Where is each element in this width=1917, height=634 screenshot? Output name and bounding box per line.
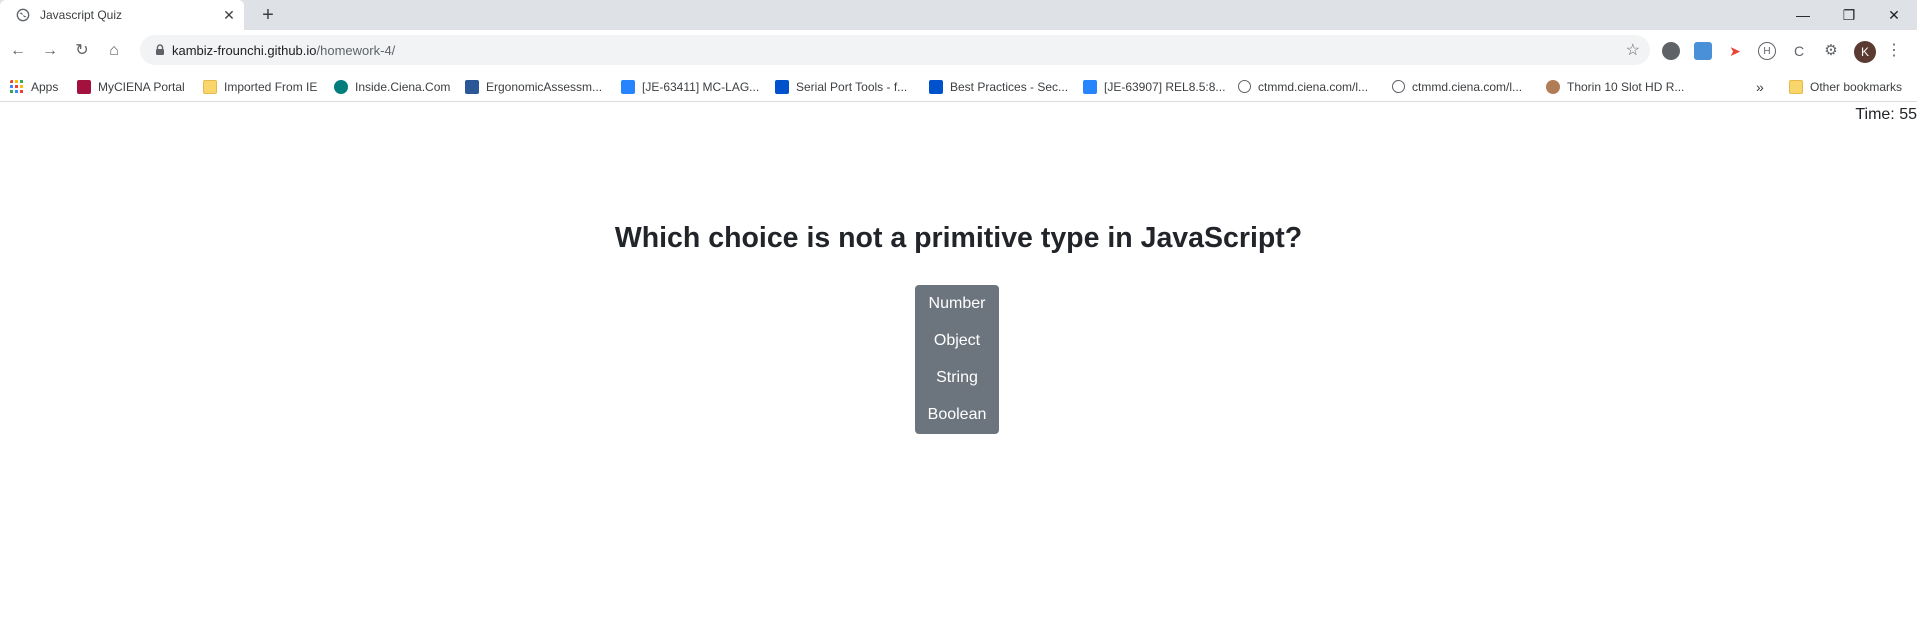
bookmarks-overflow-button[interactable]: » bbox=[1756, 72, 1764, 101]
other-bookmarks[interactable]: Other bookmarks bbox=[1789, 72, 1902, 101]
new-tab-button[interactable]: + bbox=[257, 4, 279, 26]
word-icon bbox=[465, 79, 479, 94]
bookmarks-bar: Apps MyCIENA Portal Imported From IE Ins… bbox=[0, 72, 1917, 102]
profile-avatar[interactable]: K bbox=[1854, 41, 1876, 63]
bookmark-label: Imported From IE bbox=[224, 79, 318, 94]
bookmark-label: Apps bbox=[31, 79, 59, 94]
extension-icon[interactable]: C bbox=[1790, 42, 1808, 60]
home-icon[interactable]: ⌂ bbox=[102, 39, 126, 63]
bookmark-label: Inside.Ciena.Com bbox=[355, 79, 451, 94]
globe-icon bbox=[1238, 80, 1251, 93]
quiz-timer: Time: 55 bbox=[1855, 106, 1917, 123]
extension-icon[interactable] bbox=[1694, 42, 1712, 60]
bookmark-item[interactable]: Serial Port Tools - f... bbox=[775, 72, 907, 101]
bookmark-label: ErgonomicAssessm... bbox=[486, 79, 603, 94]
url-text: kambiz-frounchi.github.io/homework-4/ bbox=[172, 43, 395, 58]
lock-icon bbox=[156, 44, 164, 55]
address-bar[interactable]: kambiz-frounchi.github.io/homework-4/ ☆ bbox=[140, 35, 1650, 65]
choices-list: Number Object String Boolean bbox=[915, 285, 999, 434]
bookmark-item[interactable]: Imported From IE bbox=[203, 72, 317, 101]
bookmark-label: Other bookmarks bbox=[1810, 79, 1903, 94]
bookmark-item[interactable]: [JE-63411] MC-LAG... bbox=[621, 72, 759, 101]
question-heading: Which choice is not a primitive type in … bbox=[614, 222, 1303, 254]
back-arrow-icon[interactable]: ← bbox=[6, 39, 30, 63]
url-path: /homework-4/ bbox=[316, 43, 396, 58]
apps-grid-icon bbox=[10, 79, 23, 93]
url-host: kambiz-frounchi.github.io bbox=[172, 43, 317, 58]
bookmark-star-icon[interactable]: ☆ bbox=[1626, 40, 1640, 60]
confluence-icon bbox=[775, 79, 789, 94]
bookmark-item[interactable]: ErgonomicAssessm... bbox=[465, 72, 602, 101]
bookmark-item[interactable]: ctmmd.ciena.com/l... bbox=[1238, 72, 1368, 101]
jira-probot-icon bbox=[621, 79, 635, 94]
extension-icon[interactable] bbox=[1662, 42, 1680, 60]
browser-tab[interactable]: Javascript Quiz ✕ bbox=[0, 0, 244, 30]
minimize-button[interactable]: — bbox=[1780, 0, 1826, 30]
extension-icon[interactable]: ➤ bbox=[1726, 42, 1744, 60]
confluence-icon bbox=[929, 79, 943, 94]
bookmark-label: [JE-63411] MC-LAG... bbox=[642, 79, 760, 94]
reload-icon[interactable]: ↻ bbox=[70, 39, 94, 63]
globe-icon bbox=[16, 8, 30, 22]
bookmark-label: ctmmd.ciena.com/l... bbox=[1412, 79, 1523, 94]
tab-close-icon[interactable]: ✕ bbox=[220, 6, 238, 24]
choice-button[interactable]: String bbox=[915, 359, 999, 396]
globe-icon bbox=[1392, 80, 1405, 93]
extension-icon[interactable]: H bbox=[1758, 42, 1776, 60]
folder-icon bbox=[203, 79, 217, 94]
jira-probot-icon bbox=[1083, 79, 1097, 94]
bookmark-label: Thorin 10 Slot HD R... bbox=[1567, 79, 1685, 94]
forward-arrow-icon[interactable]: → bbox=[38, 39, 62, 63]
sharepoint-icon bbox=[334, 79, 348, 94]
menu-kebab-icon[interactable]: ⋮ bbox=[1886, 40, 1902, 60]
bookmark-item[interactable]: Best Practices - Sec... bbox=[929, 72, 1068, 101]
bookmark-label: Best Practices - Sec... bbox=[950, 79, 1069, 94]
puzzle-icon[interactable]: ⚙ bbox=[1822, 42, 1840, 60]
bookmark-item[interactable]: [JE-63907] REL8.5:8... bbox=[1083, 72, 1225, 101]
tab-title: Javascript Quiz bbox=[40, 8, 123, 22]
restore-button[interactable]: ❐ bbox=[1826, 0, 1872, 30]
choice-button[interactable]: Number bbox=[915, 285, 999, 322]
bookmark-label: ctmmd.ciena.com/l... bbox=[1258, 79, 1369, 94]
close-window-button[interactable]: ✕ bbox=[1871, 0, 1917, 30]
folder-icon bbox=[1789, 79, 1803, 94]
bookmark-label: [JE-63907] REL8.5:8... bbox=[1104, 79, 1226, 94]
bookmark-item[interactable]: Apps bbox=[10, 72, 58, 101]
bookmark-item[interactable]: Inside.Ciena.Com bbox=[334, 72, 450, 101]
choice-button[interactable]: Boolean bbox=[915, 396, 999, 433]
ciena-icon bbox=[77, 79, 91, 94]
bookmark-item[interactable]: Thorin 10 Slot HD R... bbox=[1546, 72, 1684, 101]
browser-toolbar: ← → ↻ ⌂ kambiz-frounchi.github.io/homewo… bbox=[0, 30, 1917, 72]
bookmark-item[interactable]: ctmmd.ciena.com/l... bbox=[1392, 72, 1522, 101]
tab-strip: Javascript Quiz ✕ + — ❐ ✕ bbox=[0, 0, 1917, 30]
choice-button[interactable]: Object bbox=[915, 322, 999, 359]
bookmark-item[interactable]: MyCIENA Portal bbox=[77, 72, 185, 101]
bookmark-label: Serial Port Tools - f... bbox=[796, 79, 908, 94]
person-icon bbox=[1546, 79, 1560, 94]
bookmark-label: MyCIENA Portal bbox=[98, 79, 185, 94]
